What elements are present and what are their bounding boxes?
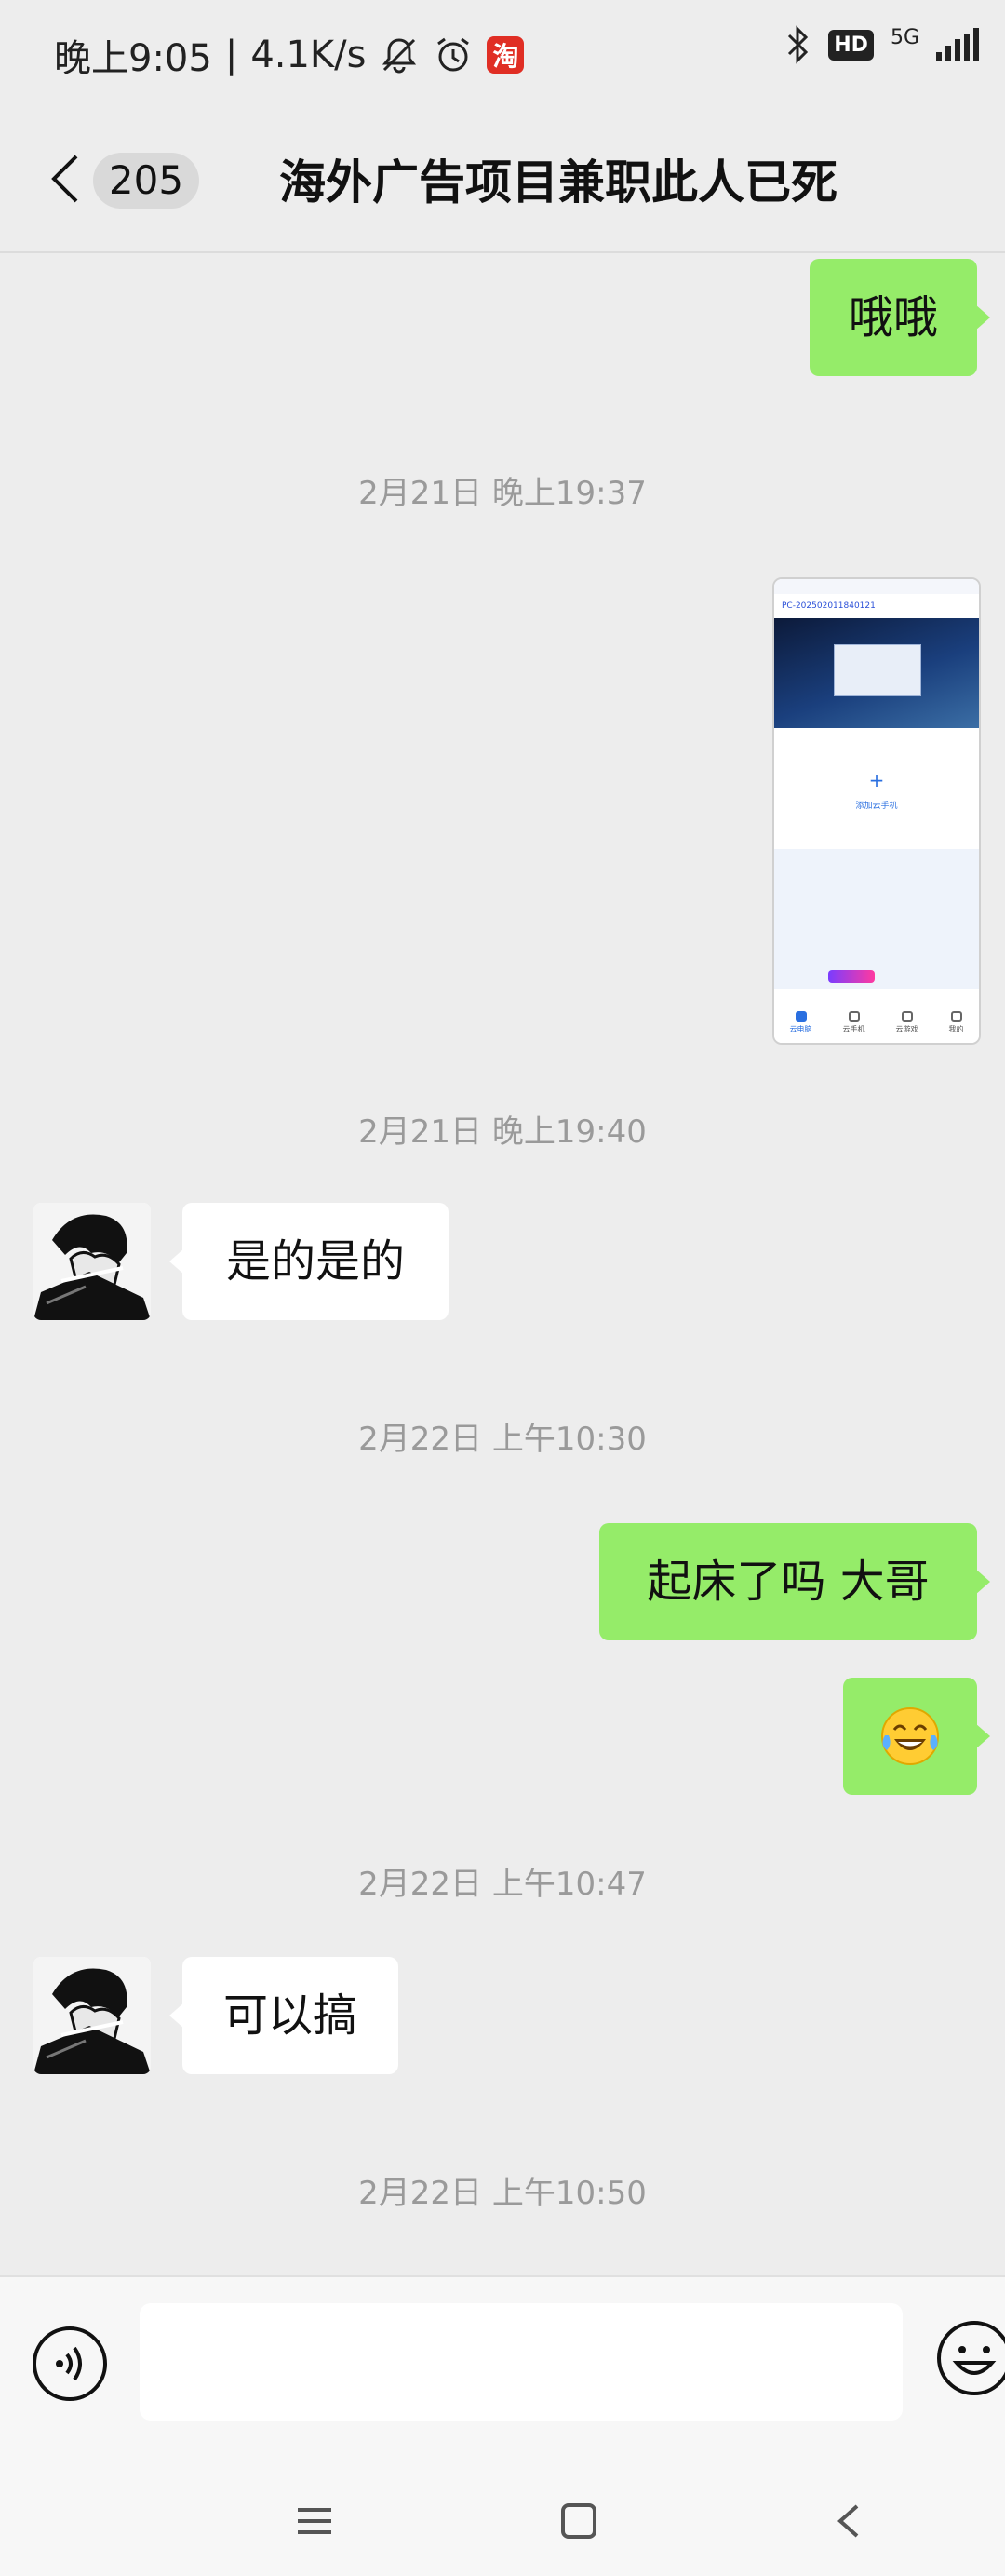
chat-title: 海外广告项目兼职此人已死	[279, 155, 838, 209]
chat-header: 205 海外广告项目兼职此人已死	[0, 104, 1005, 253]
back-chevron-icon	[837, 2504, 859, 2538]
system-nav-bar	[0, 2458, 1005, 2576]
thumb-tab: 我的	[949, 1010, 964, 1034]
thumb-add-label: 添加云手机	[855, 802, 898, 811]
hd-voice-icon: HD	[828, 29, 874, 61]
thumb-plus-icon: +	[868, 769, 885, 791]
thumb-header: PC-202502011840121	[774, 594, 979, 618]
emoji-message-bubble[interactable]	[843, 1678, 990, 1795]
network-type: 5G	[890, 25, 919, 49]
taobao-app-icon: 淘	[487, 36, 525, 74]
home-button[interactable]	[551, 2493, 607, 2549]
status-time: 晚上9:05	[54, 37, 212, 80]
thumb-status-bar	[774, 579, 979, 594]
thumb-add-panel: + 添加云手机	[774, 737, 979, 849]
emoji-picker-icon[interactable]	[934, 2318, 1005, 2398]
thumb-tab-bar: 云电脑 云手机 云游戏 我的	[774, 1002, 979, 1043]
thumb-tab: 云游戏	[896, 1010, 918, 1034]
tears-of-joy-emoji-icon	[881, 1707, 939, 1765]
thumb-promo-badge	[828, 970, 875, 983]
status-left: 晚上9:05 | 4.1K/s 淘	[54, 28, 525, 82]
unread-count-badge[interactable]: 205	[93, 153, 199, 209]
status-right: HD 5G	[785, 24, 979, 65]
contact-avatar[interactable]	[34, 1203, 151, 1320]
timestamp: 2月21日 晚上19:40	[358, 1113, 647, 1151]
system-back-button[interactable]	[821, 2493, 877, 2549]
image-message-thumbnail[interactable]: PC-202502011840121 + 添加云手机 云电脑 云手机 云游戏 我…	[772, 577, 981, 1045]
timestamp: 2月22日 上午10:50	[358, 2175, 647, 2212]
recent-apps-button[interactable]	[287, 2493, 342, 2549]
home-square-icon	[561, 2503, 596, 2539]
timestamp: 2月21日 晚上19:37	[358, 475, 647, 512]
back-arrow-icon[interactable]	[45, 153, 87, 205]
thumb-desktop-preview	[774, 618, 979, 728]
mute-bell-icon	[382, 38, 417, 74]
thumb-window	[834, 644, 921, 696]
contact-avatar[interactable]	[34, 1957, 151, 2074]
thumb-tab: 云电脑	[790, 1010, 812, 1034]
input-bar	[0, 2275, 1005, 2460]
message-bubble-out[interactable]: 起床了吗 大哥	[599, 1523, 990, 1640]
status-bar: 晚上9:05 | 4.1K/s 淘 HD 5G	[0, 0, 1005, 104]
thumb-tab: 云手机	[843, 1010, 865, 1034]
avatar-image	[34, 1957, 151, 2074]
message-input[interactable]	[140, 2303, 903, 2421]
status-separator: |	[224, 34, 238, 76]
thumb-body	[774, 849, 979, 989]
timestamp: 2月22日 上午10:47	[358, 1866, 647, 1903]
avatar-image	[34, 1203, 151, 1320]
message-bubble-in[interactable]: 可以搞	[169, 1957, 398, 2074]
alarm-icon	[437, 37, 470, 72]
bluetooth-icon	[788, 25, 809, 64]
menu-lines-icon	[298, 2508, 331, 2534]
status-speed: 4.1K/s	[250, 34, 367, 76]
message-bubble-in[interactable]: 是的是的	[169, 1203, 449, 1320]
timestamp: 2月22日 上午10:30	[358, 1421, 647, 1458]
message-bubble-out[interactable]: 哦哦	[810, 259, 990, 376]
signal-icon	[936, 28, 979, 61]
voice-input-icon[interactable]	[30, 2324, 110, 2404]
